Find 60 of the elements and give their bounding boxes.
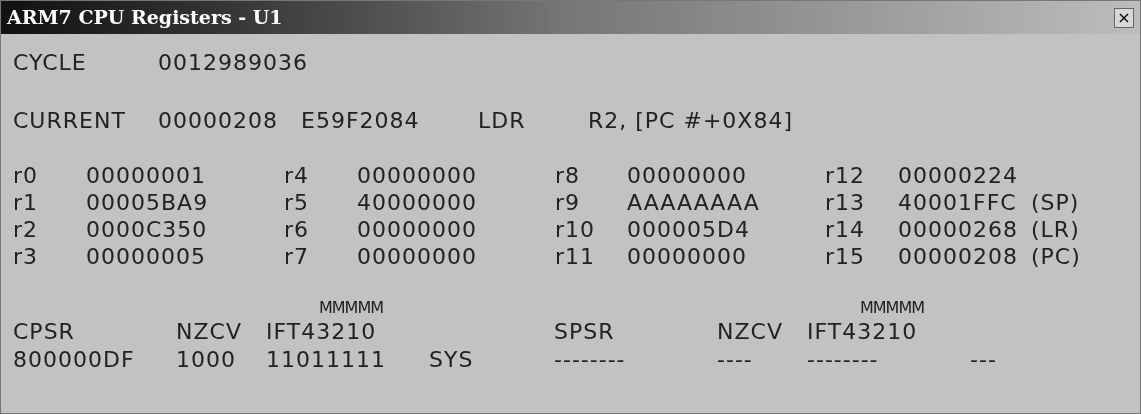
register-value: 00000000 xyxy=(357,243,478,270)
register-name: r2 xyxy=(13,216,40,243)
current-label: CURRENT xyxy=(13,107,127,135)
register-name: r1 xyxy=(13,189,40,216)
register-value: 00000208 xyxy=(898,243,1019,270)
mode-value: --- xyxy=(970,346,997,374)
bits-value: -------- xyxy=(807,346,880,374)
bits-heading: IFT43210 xyxy=(807,318,918,346)
register-value: 00005BA9 xyxy=(86,189,210,216)
register-value: 000005D4 xyxy=(627,216,751,243)
register-name: r0 xyxy=(13,162,40,189)
register-name: r8 xyxy=(555,162,582,189)
register-value: 00000268 xyxy=(898,216,1019,243)
register-value: 00000000 xyxy=(357,216,478,243)
status-register-value: -------- xyxy=(554,346,627,374)
flags-heading: NZCV xyxy=(717,318,784,346)
flags-value: 1000 xyxy=(176,346,237,374)
bits-value: 11011111 xyxy=(266,346,387,374)
register-value: 00000224 xyxy=(898,162,1019,189)
status-register-label: CPSR xyxy=(13,318,76,346)
register-value: 00000005 xyxy=(86,243,207,270)
status-register-value: 800000DF xyxy=(13,346,136,374)
register-name: r5 xyxy=(284,189,311,216)
register-name: r7 xyxy=(284,243,311,270)
cycle-label: CYCLE xyxy=(13,49,88,77)
opcode-value: E59F2084 xyxy=(301,107,421,135)
register-value: 00000000 xyxy=(627,162,748,189)
close-button[interactable]: × xyxy=(1114,7,1134,28)
register-name: r3 xyxy=(13,243,40,270)
register-alias: (PC) xyxy=(1031,243,1081,270)
address-value: 00000208 xyxy=(158,107,279,135)
register-name: r14 xyxy=(825,216,867,243)
register-name: r15 xyxy=(825,243,867,270)
register-value: 00000000 xyxy=(627,243,748,270)
status-register-label: SPSR xyxy=(554,318,616,346)
register-name: r4 xyxy=(284,162,311,189)
register-name: r10 xyxy=(555,216,597,243)
mode-bits-heading: MMMMM xyxy=(860,297,925,319)
register-name: r9 xyxy=(555,189,582,216)
register-name: r6 xyxy=(284,216,311,243)
register-value: 00000000 xyxy=(357,162,478,189)
register-alias: (LR) xyxy=(1031,216,1080,243)
register-name: r12 xyxy=(825,162,867,189)
register-name: r11 xyxy=(555,243,597,270)
register-value: 40001FFC xyxy=(898,189,1018,216)
window-title: ARM7 CPU Registers - U1 xyxy=(7,5,283,31)
mode-value: SYS xyxy=(429,346,474,374)
flags-value: ---- xyxy=(717,346,754,374)
mode-bits-heading: MMMMM xyxy=(319,297,384,319)
register-value: 40000000 xyxy=(357,189,478,216)
bits-heading: IFT43210 xyxy=(266,318,377,346)
flags-heading: NZCV xyxy=(176,318,243,346)
register-value: 0000C350 xyxy=(86,216,209,243)
operands: R2, [PC #+0X84] xyxy=(588,107,793,135)
register-name: r13 xyxy=(825,189,867,216)
register-alias: (SP) xyxy=(1031,189,1080,216)
register-value: 00000001 xyxy=(86,162,207,189)
register-value: AAAAAAAA xyxy=(627,189,761,216)
mnemonic: LDR xyxy=(478,107,527,135)
cycle-value: 0012989036 xyxy=(158,49,308,77)
